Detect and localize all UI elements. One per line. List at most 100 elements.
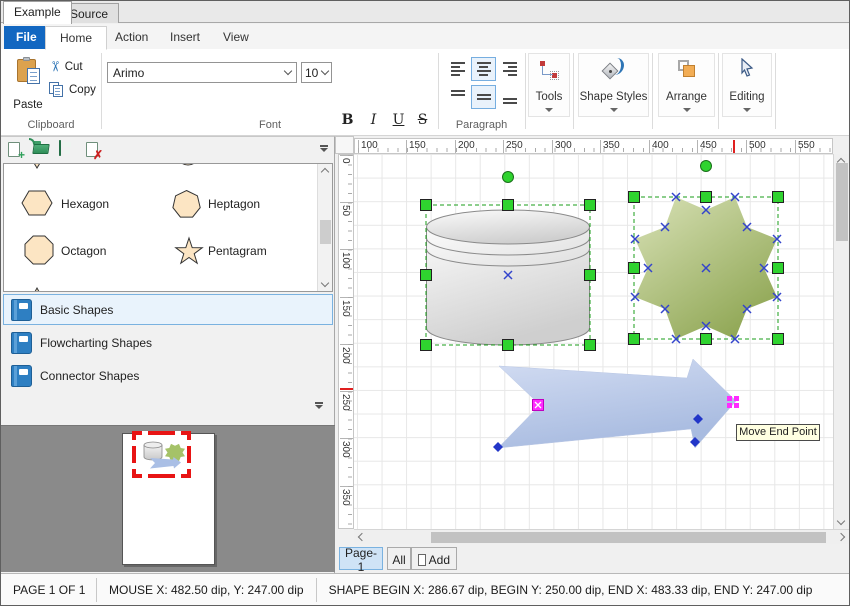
shape-thumbnails bbox=[21, 164, 204, 291]
paste-button[interactable]: Paste bbox=[7, 53, 49, 119]
ribbon-tab-insert[interactable]: Insert bbox=[156, 26, 214, 49]
tools-label: Tools bbox=[535, 91, 563, 103]
align-left-button[interactable] bbox=[445, 57, 470, 81]
overview-page-thumbnail bbox=[122, 431, 215, 565]
scrollbar-thumb[interactable] bbox=[836, 163, 848, 241]
category-connector-shapes[interactable]: Connector Shapes bbox=[3, 360, 333, 391]
chevron-down-icon bbox=[320, 66, 330, 75]
cut-button[interactable]: ✂ Cut bbox=[47, 56, 99, 77]
shape-styles-button[interactable]: Shape Styles bbox=[578, 53, 649, 117]
page-tab-label: All bbox=[392, 553, 406, 567]
scroll-down-icon[interactable] bbox=[320, 278, 330, 288]
ribbon-tab-action[interactable]: Action bbox=[101, 26, 162, 49]
new-library-button[interactable]: + bbox=[7, 141, 27, 162]
doc-tab-example[interactable]: Example bbox=[3, 1, 72, 24]
align-middle-button[interactable] bbox=[471, 85, 496, 109]
open-library-button[interactable] bbox=[29, 138, 53, 160]
mouse-x-marker bbox=[733, 140, 735, 153]
arrow-begin-handle[interactable] bbox=[532, 399, 544, 411]
page-tab-bar: Page-1 All Add bbox=[335, 544, 849, 574]
scrollbar-thumb[interactable] bbox=[431, 532, 826, 543]
ribbon-tab-view[interactable]: View bbox=[209, 26, 263, 49]
mouse-y-marker bbox=[340, 388, 353, 390]
group-separator bbox=[438, 53, 439, 129]
status-page-count: PAGE 1 OF 1 bbox=[13, 583, 86, 597]
star-rotation-handle[interactable] bbox=[700, 160, 712, 172]
library-toolbar: + ✗ bbox=[1, 138, 334, 163]
dropdown-caret-icon bbox=[545, 108, 553, 112]
font-group-label: Font bbox=[258, 119, 281, 131]
hexagon-thumbnail bbox=[21, 190, 53, 216]
group-separator bbox=[573, 53, 574, 129]
align-bottom-button[interactable] bbox=[497, 85, 522, 109]
save-library-button[interactable] bbox=[59, 140, 79, 160]
group-separator bbox=[718, 53, 719, 129]
align-top-icon bbox=[450, 90, 465, 104]
align-middle-icon bbox=[476, 90, 491, 104]
paste-label: Paste bbox=[13, 99, 43, 111]
status-bar: PAGE 1 OF 1 MOUSE X: 482.50 dip, Y: 247.… bbox=[1, 573, 849, 605]
chevron-down-icon bbox=[283, 66, 293, 75]
scroll-left-icon[interactable] bbox=[357, 532, 367, 542]
shape-item-pentagram[interactable]: Pentagram bbox=[208, 244, 267, 258]
delete-library-button[interactable]: ✗ bbox=[85, 141, 105, 162]
tools-icon bbox=[538, 59, 560, 81]
category-basic-shapes[interactable]: Basic Shapes bbox=[3, 294, 333, 325]
align-right-button[interactable] bbox=[497, 57, 522, 81]
cylinder-shape[interactable] bbox=[426, 209, 590, 346]
editing-button[interactable]: Editing bbox=[722, 53, 772, 117]
font-family-combo[interactable]: Arimo bbox=[107, 62, 297, 83]
ribbon-tab-home[interactable]: Home bbox=[45, 26, 108, 50]
vertical-ruler: 0 50 100 150 200 250 300 350 bbox=[338, 154, 354, 529]
arrange-button[interactable]: Arrange bbox=[658, 53, 715, 117]
copy-label: Copy bbox=[69, 83, 96, 96]
cursor-icon bbox=[739, 57, 755, 81]
collapse-categories-button[interactable] bbox=[312, 402, 325, 415]
overview-viewport-rect[interactable] bbox=[132, 431, 191, 478]
shape-styles-label: Shape Styles bbox=[579, 91, 648, 103]
partial-shape-top-left bbox=[34, 164, 40, 169]
page-tab-label: Add bbox=[428, 553, 450, 567]
font-size-combo[interactable]: 10 bbox=[301, 62, 332, 83]
font-size-value: 10 bbox=[305, 65, 319, 80]
align-center-icon bbox=[476, 62, 491, 76]
status-shape-coordinates: SHAPE BEGIN X: 286.67 dip, BEGIN Y: 250.… bbox=[328, 583, 813, 597]
overview-panel[interactable] bbox=[1, 425, 335, 572]
shape-library-panel: + ✗ Hexagon Heptagon Octagon Pentagram B… bbox=[1, 136, 335, 573]
scroll-up-icon[interactable] bbox=[320, 167, 330, 177]
scroll-down-icon[interactable] bbox=[836, 516, 846, 526]
shape-item-hexagon[interactable]: Hexagon bbox=[61, 197, 109, 211]
align-center-button[interactable] bbox=[471, 57, 496, 81]
copy-button[interactable]: Copy bbox=[49, 79, 99, 100]
ink-bottle-icon bbox=[601, 57, 627, 83]
shape-item-heptagon[interactable]: Heptagon bbox=[208, 197, 260, 211]
diagram-canvas[interactable] bbox=[354, 154, 833, 529]
copy-icon bbox=[49, 81, 65, 98]
shape-list-scrollbar[interactable] bbox=[317, 164, 332, 291]
new-page-icon bbox=[418, 554, 426, 566]
page-tab-add[interactable]: Add bbox=[411, 547, 457, 570]
align-top-button[interactable] bbox=[445, 85, 470, 109]
vertical-scrollbar[interactable] bbox=[833, 154, 849, 529]
scrollbar-thumb[interactable] bbox=[320, 220, 331, 244]
ribbon-tab-file[interactable]: File bbox=[4, 26, 49, 49]
page-tab-page1[interactable]: Page-1 bbox=[339, 546, 383, 574]
page-tab-all[interactable]: All bbox=[387, 547, 411, 570]
category-list: Basic Shapes Flowcharting Shapes Connect… bbox=[3, 294, 333, 414]
shape-item-octagon[interactable]: Octagon bbox=[61, 244, 106, 258]
align-left-icon bbox=[450, 62, 465, 76]
cylinder-rotation-handle[interactable] bbox=[502, 171, 514, 183]
paste-icon bbox=[17, 57, 40, 84]
app-window: Example Source File Home Action Insert V… bbox=[0, 0, 850, 606]
pentagram-thumbnail bbox=[174, 236, 204, 265]
tools-button[interactable]: Tools bbox=[528, 53, 570, 117]
scroll-right-icon[interactable] bbox=[836, 532, 846, 542]
collapse-list-button[interactable] bbox=[317, 145, 330, 158]
horizontal-scrollbar[interactable] bbox=[354, 529, 849, 544]
arrange-icon bbox=[677, 59, 697, 79]
horizontal-ruler: 100 150 200 250 300 350 400 450 500 550 bbox=[354, 138, 833, 154]
shape-list[interactable]: Hexagon Heptagon Octagon Pentagram bbox=[3, 163, 333, 292]
editing-label: Editing bbox=[729, 91, 765, 103]
category-flowcharting-shapes[interactable]: Flowcharting Shapes bbox=[3, 327, 333, 358]
status-mouse-position: MOUSE X: 482.50 dip, Y: 247.00 dip bbox=[109, 583, 304, 597]
